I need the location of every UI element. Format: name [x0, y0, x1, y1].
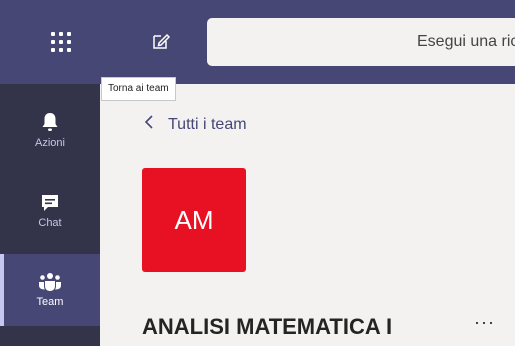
more-options-button[interactable]: ··· — [474, 312, 495, 333]
app-launcher-button[interactable] — [0, 0, 121, 84]
team-icon — [39, 273, 61, 291]
team-avatar: AM — [142, 168, 246, 272]
chevron-left-icon — [144, 114, 154, 135]
app-bar: Azioni Chat Team — [0, 84, 100, 346]
all-teams-link[interactable]: Tutti i team — [144, 114, 247, 135]
rail-item-label: Azioni — [35, 137, 65, 149]
team-initials: AM — [174, 204, 214, 235]
rail-item-label: Chat — [38, 217, 62, 229]
new-chat-button[interactable] — [150, 30, 172, 52]
bell-icon — [42, 113, 58, 131]
app-grid-icon — [50, 32, 71, 52]
rail-item-label: Team — [36, 296, 64, 308]
chat-icon — [42, 195, 58, 211]
rail-item-teams[interactable]: Team — [0, 254, 100, 326]
rail-item-activity[interactable]: Azioni — [0, 94, 100, 166]
rail-item-chat[interactable]: Chat — [0, 175, 100, 247]
main-content: Tutti i team AM ANALISI MATEMATICA I ··· — [100, 84, 515, 346]
back-link-label: Tutti i team — [168, 115, 247, 133]
top-bar: Esegui una ricerca o digita un comando — [0, 0, 515, 84]
search-input[interactable]: Esegui una ricerca o digita un comando — [207, 18, 515, 66]
tooltip: Torna ai team — [101, 77, 176, 101]
team-name: ANALISI MATEMATICA I — [142, 314, 393, 339]
compose-icon — [153, 33, 171, 49]
